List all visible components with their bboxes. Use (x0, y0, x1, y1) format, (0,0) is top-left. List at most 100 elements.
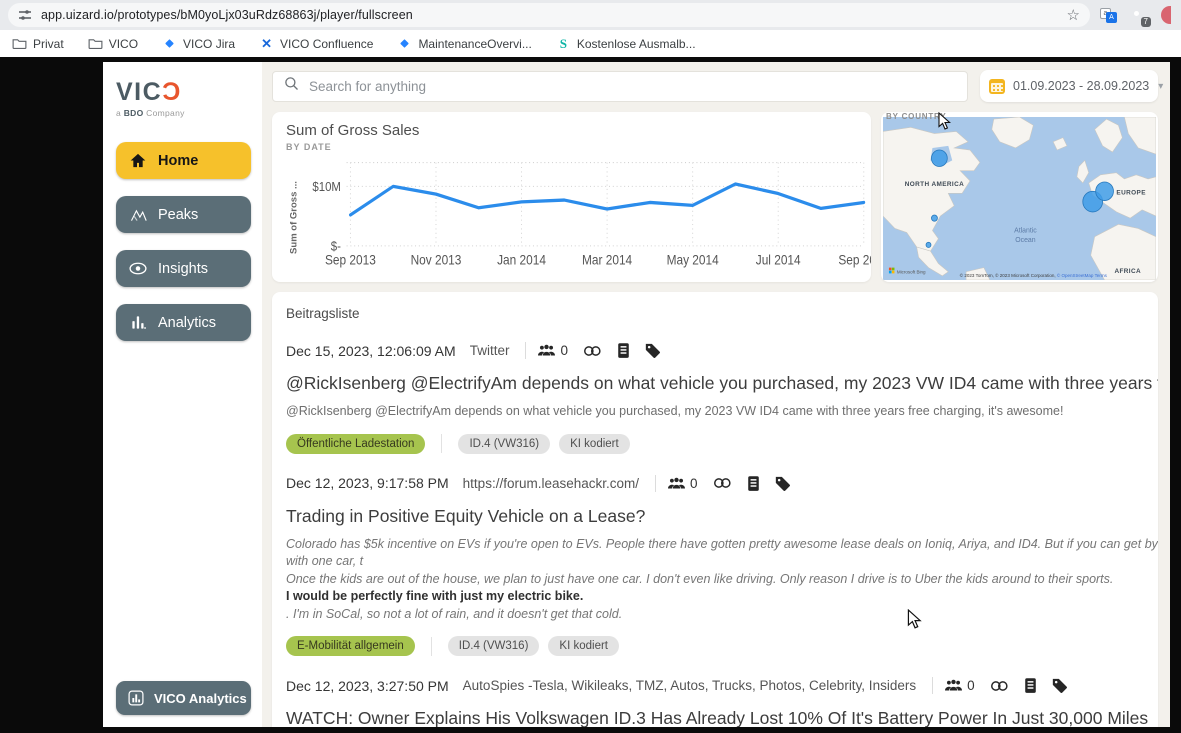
x-tick-label: Mar 2014 (582, 252, 632, 268)
link-icon[interactable] (583, 345, 602, 357)
search-icon (284, 76, 299, 96)
map-bubble[interactable] (931, 150, 947, 167)
map-attribution: © 2023 TomTom, © 2023 Microsoft Corporat… (960, 272, 1108, 278)
post-source[interactable]: Twitter (470, 343, 510, 358)
followers-count: 0 (560, 343, 568, 358)
post-date: Dec 15, 2023, 12:06:09 AM (286, 343, 456, 359)
book-icon[interactable] (617, 343, 630, 358)
address-bar[interactable]: app.uizard.io/prototypes/bM0yoLjx03uRdz6… (8, 3, 1090, 27)
post-title[interactable]: WATCH: Owner Explains His Volkswagen ID.… (286, 708, 1158, 727)
post-title[interactable]: @RickIsenberg @ElectrifyAm depends on wh… (286, 373, 1158, 394)
world-map[interactable]: NORTH AMERICA EUROPE AFRICA Atlantic Oce… (883, 117, 1156, 280)
link-icon[interactable] (990, 680, 1009, 692)
main-content: 01.09.2023 - 28.09.2023 ▾ Sum of Gross S… (262, 62, 1170, 727)
post-body-line: Once the kids are out of the house, we p… (286, 571, 1158, 589)
bookmark-label: Kostenlose Ausmalb... (577, 37, 696, 51)
tag-icon[interactable] (645, 343, 660, 358)
map-bubble[interactable] (931, 215, 937, 221)
chart-ylabel: Sum of Gross ... (289, 176, 300, 260)
mouse-cursor (907, 609, 922, 630)
confluence-icon: ✕ (259, 37, 274, 51)
tag-pill[interactable]: KI kodiert (548, 636, 619, 656)
translate-icon[interactable]: a A (1100, 8, 1117, 23)
ocean-label: Ocean (1015, 237, 1035, 244)
site-settings-icon[interactable] (18, 9, 32, 21)
bookmark-item[interactable]: Privat (12, 37, 64, 51)
map-region-label: AFRICA (1114, 268, 1141, 275)
eye-icon (129, 262, 147, 275)
folder-icon (12, 37, 27, 51)
tag-pill[interactable]: E-Mobilität allgemein (286, 636, 415, 656)
post-item: Dec 15, 2023, 12:06:09 AM Twitter 0 @RickIs… (286, 342, 1158, 454)
bookmark-label: MaintenanceOvervi... (418, 37, 531, 51)
url-text[interactable]: app.uizard.io/prototypes/bM0yoLjx03uRdz6… (41, 8, 1058, 22)
post-item: Dec 12, 2023, 9:17:58 PMhttps://forum.le… (286, 475, 1158, 657)
date-range-text: 01.09.2023 - 28.09.2023 (1013, 79, 1149, 93)
post-date: Dec 12, 2023, 3:27:50 PM (286, 678, 449, 694)
map-bubble[interactable] (926, 242, 931, 247)
sidebar-item-label: Peaks (158, 207, 198, 223)
sidebar-item-insights[interactable]: Insights (116, 250, 251, 287)
post-body-line: Colorado has $5k incentive on EVs if you… (286, 536, 1158, 571)
search-input[interactable] (309, 79, 956, 94)
bookmark-item[interactable]: ✕ VICO Confluence (259, 37, 373, 51)
extension-badge: 7 (1141, 17, 1151, 27)
tag-icon[interactable] (1052, 678, 1067, 693)
sidebar-item-home[interactable]: Home (116, 142, 251, 179)
tag-divider (431, 637, 432, 656)
tag-icon[interactable] (775, 476, 790, 491)
post-body-line: I would be perfectly fine with just my e… (286, 588, 1158, 606)
home-icon (129, 153, 147, 168)
extension-icon[interactable]: 7 (1129, 6, 1147, 24)
x-tick-label: Sep 2013 (325, 252, 376, 268)
chevron-down-icon: ▾ (1158, 81, 1163, 92)
posts-list: Dec 15, 2023, 12:06:09 AM Twitter 0 @RickIs… (286, 342, 1158, 727)
sales-line-chart[interactable]: $10M$-Sep 2013Nov 2013Jan 2014Mar 2014Ma… (301, 156, 871, 270)
gross-sales-chart-card: Sum of Gross Sales BY DATE Sum of Gross … (272, 112, 871, 282)
posts-header: Beitragsliste (286, 306, 1158, 321)
bookmark-item[interactable]: VICO Jira (162, 37, 235, 51)
bookmark-label: VICO (109, 37, 138, 51)
jira-icon (397, 37, 412, 51)
vico-analytics-button[interactable]: VICO Analytics (116, 681, 251, 715)
post-source[interactable]: AutoSpies -Tesla, Wikileaks, TMZ, Autos,… (463, 678, 916, 693)
tag-pill[interactable]: ID.4 (VW316) (448, 636, 540, 656)
bookmark-label: Privat (33, 37, 64, 51)
tag-pill[interactable]: ID.4 (VW316) (458, 434, 550, 454)
bookmark-item[interactable]: S Kostenlose Ausmalb... (556, 37, 696, 51)
tag-pill[interactable]: Öffentliche Ladestation (286, 434, 425, 454)
footer-button-label: VICO Analytics (154, 691, 247, 706)
chart-subtitle: BY DATE (286, 142, 871, 152)
svg-text:Microsoft Bing: Microsoft Bing (897, 269, 926, 274)
bookmark-star-icon[interactable]: ☆ (1067, 8, 1080, 23)
post-title[interactable]: Trading in Positive Equity Vehicle on a … (286, 506, 1158, 527)
sales-series-line (350, 184, 863, 215)
jira-icon (162, 37, 177, 51)
sidebar-item-analytics[interactable]: Analytics (116, 304, 251, 341)
post-source[interactable]: https://forum.leasehackr.com/ (463, 476, 639, 491)
link-icon[interactable] (713, 477, 732, 489)
bookmark-item[interactable]: VICO (88, 37, 138, 51)
followers-icon (538, 344, 555, 357)
followers-icon (945, 679, 962, 692)
sidebar-item-label: Home (158, 153, 198, 169)
post-tags: E-Mobilität allgemein ID.4 (VW316) KI kodi… (286, 636, 1158, 656)
analytics-panel-icon (127, 690, 145, 706)
book-icon[interactable] (1024, 678, 1037, 693)
meta-divider (525, 342, 526, 359)
s-icon: S (556, 37, 571, 51)
sidebar-nav: Home Peaks Insights Analytics (116, 142, 251, 341)
bookmark-label: VICO Confluence (280, 37, 373, 51)
tag-pill[interactable]: KI kodiert (559, 434, 630, 454)
meta-divider (655, 475, 656, 492)
bookmark-item[interactable]: MaintenanceOvervi... (397, 37, 531, 51)
map-bubble[interactable] (1096, 182, 1114, 201)
book-icon[interactable] (747, 476, 760, 491)
search-bar (272, 71, 968, 102)
meta-divider (932, 677, 933, 694)
date-range-picker[interactable]: 01.09.2023 - 28.09.2023 ▾ (980, 70, 1158, 102)
chart-title: Sum of Gross Sales (286, 122, 871, 139)
profile-avatar[interactable] (1161, 6, 1171, 24)
map-region-label: EUROPE (1116, 189, 1146, 196)
sidebar-item-peaks[interactable]: Peaks (116, 196, 251, 233)
